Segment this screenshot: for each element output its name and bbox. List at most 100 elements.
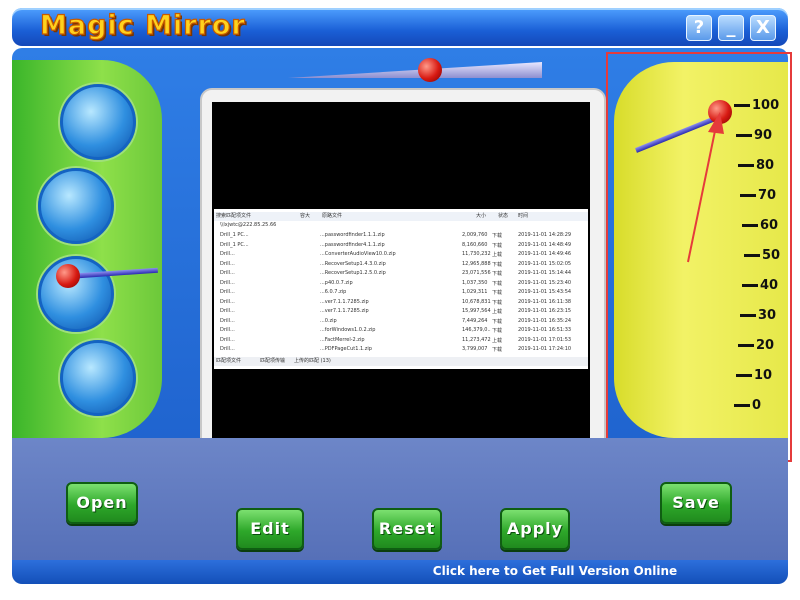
table-cell: ...p40.0.7.zip xyxy=(320,279,353,286)
table-cell: 2019-11-01 14:48:49 xyxy=(518,241,572,248)
table-cell: Drill... xyxy=(220,308,235,314)
table-row: Drill... ...PDFPageCut1.1.zip 3,799,007 下载 2… xyxy=(214,346,588,355)
table-cell: 1,037,350 xyxy=(462,279,488,286)
table-row: Drill... ...RecoverSetup1.2.5.0.zip 23,071… xyxy=(214,270,588,279)
table-cell: 8,160,660 xyxy=(462,241,488,248)
table-cell: Drill... xyxy=(220,251,235,257)
table-cell: 下载 xyxy=(492,261,503,268)
table-row: Drill... ...0.zip 7,449,264 下载 2019-11-01 16… xyxy=(214,318,588,327)
table-cell: 2019-11-01 15:43:54 xyxy=(518,289,572,295)
table-cell: 12,965,888 xyxy=(462,260,491,267)
table-cell: 下载 xyxy=(492,280,503,287)
table-cell: 2019-11-01 16:51:33 xyxy=(518,327,572,333)
table-cell: 下载 xyxy=(492,242,503,249)
table-cell: 15,997,564 xyxy=(462,308,491,314)
table-cell: 2019-11-01 16:23:15 xyxy=(518,308,572,314)
table-cell: 2,009,760 xyxy=(462,232,488,238)
table-cell: 1,029,311 xyxy=(462,289,488,295)
effect-orb-2[interactable] xyxy=(38,168,114,244)
help-button[interactable]: ? xyxy=(686,15,712,41)
help-icon: ? xyxy=(693,17,705,38)
table-cell: 上载 xyxy=(492,252,503,258)
table-row: Drill... ...ConverterAudioView10.0.zip 11,… xyxy=(214,251,588,260)
table-cell: 2019-11-01 14:28:29 xyxy=(518,232,572,238)
table-cell: Drill... xyxy=(220,298,235,305)
table-cell: 2019-11-01 17:01:53 xyxy=(518,336,572,343)
table-cell: ...ver7.1.1.7285.zip xyxy=(320,298,369,305)
table-cell: 146,379,0.. xyxy=(462,327,491,333)
preview-path-row: \\lxjwtc@222.85.25.66 xyxy=(220,222,277,228)
close-button[interactable]: X xyxy=(750,15,776,41)
reset-button[interactable]: Reset xyxy=(372,508,442,550)
table-cell: ...PDFPageCut1.1.zip xyxy=(320,346,372,352)
table-cell: 11,273,472 xyxy=(462,336,491,343)
table-cell: 3,799,007 xyxy=(462,346,488,352)
table-cell: Drill_1 PC... xyxy=(220,232,249,238)
table-row: Drill... ...6.0.7.zip 1,029,311 下载 2019-11-0… xyxy=(214,289,588,298)
table-cell: 下载 xyxy=(492,271,503,277)
table-cell: ...passwordfinder4.1.1.zip xyxy=(320,241,385,248)
table-cell: Drill... xyxy=(220,317,235,324)
table-cell: 下载 xyxy=(492,290,503,296)
table-cell: Drill... xyxy=(220,327,235,333)
open-button[interactable]: Open xyxy=(66,482,138,524)
table-cell: 23,071,556 xyxy=(462,270,491,276)
table-cell: ...RecoverSetup1.4.3.0.zip xyxy=(320,260,386,267)
full-version-link[interactable]: Click here to Get Full Version Online xyxy=(420,564,690,578)
table-cell: Drill... xyxy=(220,260,235,267)
table-cell: ...ver7.1.1.7285.zip xyxy=(320,308,369,314)
table-cell: ...ConverterAudioView10.0.zip xyxy=(320,251,396,257)
table-cell: Drill... xyxy=(220,289,235,295)
top-slider-knob[interactable] xyxy=(418,58,442,82)
table-row: Drill... ...RecoverSetup1.4.3.0.zip 12,965… xyxy=(214,261,588,270)
table-cell: 10,678,831 xyxy=(462,298,491,305)
table-row: Drill_1 PC... ...passwordfinder1.1.1.zip 2… xyxy=(214,232,588,241)
save-button[interactable]: Save xyxy=(660,482,732,524)
effect-orb-1[interactable] xyxy=(60,84,136,160)
preview-image: 搜索匹配项文件 容大 原路文件 大小 状态 时间 \\lxjwtc@222.85… xyxy=(214,209,588,369)
table-cell: Drill... xyxy=(220,270,235,276)
table-row: Drill... ...FactMerrel-2.zip 11,273,472 上载 2… xyxy=(214,337,588,346)
table-cell: 上载 xyxy=(492,309,503,315)
apply-button[interactable]: Apply xyxy=(500,508,570,550)
table-cell: Drill... xyxy=(220,279,235,286)
table-cell: 下载 xyxy=(492,318,503,325)
table-cell: 2019-11-01 17:24:10 xyxy=(518,346,572,352)
table-row: Drill... ...ver7.1.1.7285.zip 10,678,831 下载… xyxy=(214,299,588,308)
close-icon: X xyxy=(756,17,770,38)
table-row: Drill_1 PC... ...passwordfinder4.1.1.zip 8… xyxy=(214,242,588,251)
table-cell: Drill... xyxy=(220,346,235,352)
table-cell: 下载 xyxy=(492,328,503,334)
table-cell: 上载 xyxy=(492,337,503,344)
table-cell: ...passwordfinder1.1.1.zip xyxy=(320,232,385,238)
table-cell: 7,449,264 xyxy=(462,317,488,324)
table-cell: 下载 xyxy=(492,347,503,353)
table-cell: 2019-11-01 15:02:05 xyxy=(518,260,572,267)
annotation-arrow-icon xyxy=(687,112,724,263)
table-cell: ...FactMerrel-2.zip xyxy=(320,336,365,343)
table-cell: 下载 xyxy=(492,233,503,239)
table-cell: ...0.zip xyxy=(320,317,337,324)
magic-mirror-window: Magic Mirror ? _ X 搜索匹配项文件 容大 原路文件 大小 状态… xyxy=(0,0,800,600)
table-cell: 2019-11-01 16:35:24 xyxy=(518,317,572,324)
effect-selector-knob[interactable] xyxy=(56,264,80,288)
minimize-icon: _ xyxy=(726,17,736,38)
table-cell: 2019-11-01 16:11:38 xyxy=(518,298,572,305)
preview-header-row: 搜索匹配项文件 容大 原路文件 大小 状态 时间 xyxy=(214,212,588,221)
app-title: Magic Mirror xyxy=(39,9,246,41)
table-cell: 2019-11-01 15:14:44 xyxy=(518,270,572,276)
table-cell: ...6.0.7.zip xyxy=(320,289,347,295)
table-cell: ...forWindows1.0.2.zip xyxy=(320,327,376,333)
table-row: Drill... ...forWindows1.0.2.zip 146,379,0.… xyxy=(214,327,588,336)
edit-button[interactable]: Edit xyxy=(236,508,304,550)
minimize-button[interactable]: _ xyxy=(718,15,744,41)
table-cell: Drill... xyxy=(220,336,235,343)
effect-orb-4[interactable] xyxy=(60,340,136,416)
table-cell: 2019-11-01 15:23:40 xyxy=(518,279,572,286)
table-cell: 2019-11-01 14:49:46 xyxy=(518,251,572,257)
preview-tab-bar: 匹配项文件 匹配项传输 上传的匹配 (13) xyxy=(214,357,588,366)
table-row: Drill... ...p40.0.7.zip 1,037,350 下载 2019-11… xyxy=(214,280,588,289)
table-cell: 下载 xyxy=(492,299,503,306)
table-cell: ...RecoverSetup1.2.5.0.zip xyxy=(320,270,386,276)
table-cell: 11,730,232 xyxy=(462,251,491,257)
